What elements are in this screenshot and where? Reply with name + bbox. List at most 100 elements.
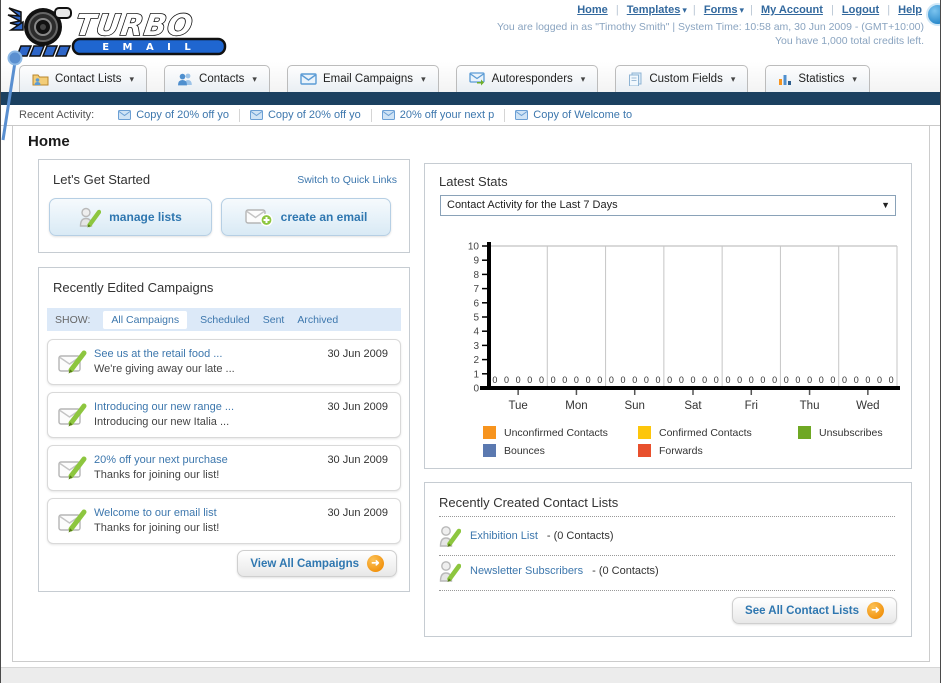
svg-text:0: 0 bbox=[690, 375, 695, 385]
envelope-pencil-icon bbox=[58, 456, 87, 480]
nav-separator: | bbox=[692, 4, 696, 16]
email-campaigns-icon bbox=[300, 73, 317, 85]
recent-activity-link[interactable]: Copy of 20% off yo bbox=[136, 109, 229, 121]
campaign-date: 30 Jun 2009 bbox=[327, 454, 388, 466]
create-email-button[interactable]: create an email bbox=[221, 198, 391, 236]
tab-email-campaigns[interactable]: Email Campaigns ▾ bbox=[286, 65, 439, 92]
main-tabbar: Contact Lists ▾ Contacts ▾ Email Campaig… bbox=[1, 62, 940, 92]
filter-sent[interactable]: Sent bbox=[263, 314, 285, 326]
chart-legend: Unconfirmed Contacts Confirmed Contacts … bbox=[483, 426, 883, 457]
legend-label: Forwards bbox=[659, 444, 703, 457]
dropdown-arrow-icon: ▾ bbox=[682, 5, 687, 15]
nav-link-templates[interactable]: Templates bbox=[627, 4, 681, 16]
nav-link-my-account[interactable]: My Account bbox=[761, 4, 823, 16]
campaign-date: 30 Jun 2009 bbox=[327, 401, 388, 413]
svg-text:0: 0 bbox=[597, 375, 602, 385]
recent-activity-link[interactable]: Copy of Welcome to bbox=[533, 109, 632, 121]
nav-link-home[interactable]: Home bbox=[577, 4, 608, 16]
campaign-filterbar: SHOW: All Campaigns Scheduled Sent Archi… bbox=[47, 308, 401, 331]
tab-custom-fields[interactable]: Custom Fields ▾ bbox=[615, 65, 749, 92]
campaign-title-link[interactable]: Welcome to our email list bbox=[94, 507, 217, 519]
recent-activity-label: Recent Activity: bbox=[19, 109, 95, 121]
campaign-title-link[interactable]: Introducing our new range ... bbox=[94, 401, 234, 413]
recent-activity-bar: Recent Activity: Copy of 20% off yo Copy… bbox=[1, 105, 940, 126]
campaign-card: 20% off your next purchase Thanks for jo… bbox=[47, 445, 401, 491]
main-content: Home Let's Get Started Switch to Quick L… bbox=[12, 126, 930, 662]
campaign-title-link[interactable]: 20% off your next purchase bbox=[94, 454, 228, 466]
credits-text: You have 1,000 total credits left. bbox=[774, 35, 924, 47]
svg-text:Tue: Tue bbox=[508, 400, 527, 412]
campaign-subtitle: Thanks for joining our list! bbox=[94, 469, 220, 481]
recent-activity-item[interactable]: Copy of Welcome to bbox=[505, 109, 642, 122]
logo-title-text: TURBO bbox=[73, 8, 195, 42]
nav-separator: | bbox=[830, 4, 834, 16]
svg-text:Fri: Fri bbox=[745, 400, 758, 412]
person-pencil-icon bbox=[439, 526, 461, 547]
svg-text:Thu: Thu bbox=[800, 400, 820, 412]
svg-text:0: 0 bbox=[737, 375, 742, 385]
envelope-pencil-icon bbox=[58, 509, 87, 533]
campaign-card: Welcome to our email list Thanks for joi… bbox=[47, 498, 401, 544]
envelope-icon bbox=[381, 110, 395, 120]
stats-period-select[interactable]: Contact Activity for the Last 7 Days ▼ bbox=[440, 195, 896, 216]
campaign-date: 30 Jun 2009 bbox=[327, 348, 388, 360]
contact-list-detail: - (0 Contacts) bbox=[592, 565, 659, 577]
tab-autoresponders[interactable]: Autoresponders ▾ bbox=[455, 65, 599, 92]
contact-list-link[interactable]: Newsletter Subscribers bbox=[470, 565, 583, 577]
nav-link-help[interactable]: Help bbox=[898, 4, 922, 16]
dropdown-arrow-icon: ▾ bbox=[421, 73, 426, 84]
latest-stats-title: Latest Stats bbox=[439, 174, 508, 189]
legend-label: Bounces bbox=[504, 444, 545, 457]
svg-text:0: 0 bbox=[702, 375, 707, 385]
live-help-icon[interactable] bbox=[926, 3, 940, 26]
recent-activity-link[interactable]: Copy of 20% off yo bbox=[268, 109, 361, 121]
nav-link-forms[interactable]: Forms bbox=[704, 4, 738, 16]
dropdown-arrow-icon: ▾ bbox=[739, 5, 744, 15]
svg-text:3: 3 bbox=[473, 341, 479, 352]
filter-archived[interactable]: Archived bbox=[297, 314, 338, 326]
campaigns-panel: Recently Edited Campaigns SHOW: All Camp… bbox=[38, 267, 410, 592]
stats-period-value: Contact Activity for the Last 7 Days bbox=[447, 199, 618, 211]
page-title: Home bbox=[28, 133, 70, 150]
recent-activity-item[interactable]: Copy of 20% off yo bbox=[108, 108, 240, 122]
filter-scheduled[interactable]: Scheduled bbox=[200, 314, 250, 326]
tab-statistics[interactable]: Statistics ▾ bbox=[765, 65, 870, 92]
tab-contacts[interactable]: Contacts ▾ bbox=[164, 65, 270, 92]
legend-swatch-icon bbox=[638, 444, 651, 457]
view-all-campaigns-label: View All Campaigns bbox=[250, 557, 359, 570]
right-arrow-icon: ➜ bbox=[367, 555, 384, 572]
recent-activity-item[interactable]: 20% off your next p bbox=[372, 108, 506, 122]
contact-list-icon bbox=[32, 74, 49, 86]
contact-lists-panel: Recently Created Contact Lists Exhibitio… bbox=[424, 482, 912, 637]
dropdown-arrow-icon: ▾ bbox=[852, 73, 857, 84]
view-all-campaigns-button[interactable]: View All Campaigns ➜ bbox=[237, 550, 397, 577]
tab-contact-lists[interactable]: Contact Lists ▾ bbox=[19, 65, 148, 92]
envelope-plus-icon bbox=[244, 209, 273, 227]
svg-text:0: 0 bbox=[644, 375, 649, 385]
svg-text:2: 2 bbox=[473, 355, 479, 366]
recent-activity-link[interactable]: 20% off your next p bbox=[400, 109, 495, 121]
campaign-card: See us at the retail food ... We're givi… bbox=[47, 339, 401, 385]
switch-to-quick-links[interactable]: Switch to Quick Links bbox=[297, 174, 397, 186]
see-all-contact-lists-button[interactable]: See All Contact Lists ➜ bbox=[732, 597, 897, 624]
svg-text:4: 4 bbox=[473, 327, 479, 338]
contact-list-link[interactable]: Exhibition List bbox=[470, 530, 538, 542]
recent-activity-item[interactable]: Copy of 20% off yo bbox=[240, 108, 372, 122]
contact-list-item: Exhibition List - (0 Contacts) bbox=[439, 524, 895, 556]
nav-link-logout[interactable]: Logout bbox=[842, 4, 879, 16]
tab-label: Contacts bbox=[199, 73, 245, 85]
svg-text:0: 0 bbox=[760, 375, 765, 385]
legend-swatch-icon bbox=[638, 426, 651, 439]
svg-text:0: 0 bbox=[473, 384, 479, 395]
legend-item: Forwards bbox=[638, 444, 798, 457]
svg-text:0: 0 bbox=[807, 375, 812, 385]
tab-label: Contact Lists bbox=[55, 73, 122, 85]
svg-text:0: 0 bbox=[527, 375, 532, 385]
svg-text:Wed: Wed bbox=[856, 400, 879, 412]
filter-all-campaigns[interactable]: All Campaigns bbox=[103, 310, 188, 329]
manage-lists-button[interactable]: manage lists bbox=[49, 198, 212, 236]
campaign-title-link[interactable]: See us at the retail food ... bbox=[94, 348, 222, 360]
svg-text:0: 0 bbox=[609, 375, 614, 385]
campaign-subtitle: We're giving away our late ... bbox=[94, 363, 235, 375]
svg-text:0: 0 bbox=[562, 375, 567, 385]
